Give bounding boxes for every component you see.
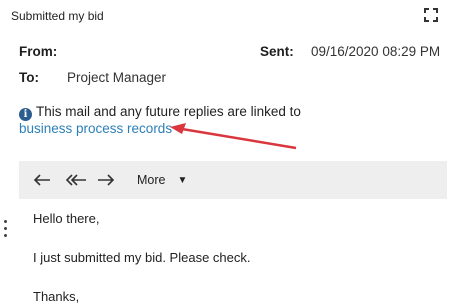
message-line: I just submitted my bid. Please check.	[33, 250, 251, 265]
annotation-arrow-icon	[170, 123, 297, 150]
chevron-down-icon: ▼	[177, 174, 188, 186]
vertical-ellipsis-icon[interactable]	[3, 220, 9, 242]
linked-records-notice: i This mail and any future replies are li…	[19, 104, 301, 121]
message-toolbar: More ▼	[19, 161, 447, 199]
message-line: Hello there,	[33, 211, 100, 226]
forward-icon	[98, 174, 115, 186]
notice-text: This mail and any future replies are lin…	[36, 104, 301, 119]
from-label: From:	[19, 44, 58, 59]
expand-corners-icon[interactable]	[421, 5, 441, 25]
business-process-records-link[interactable]: business process records	[19, 121, 172, 136]
reply-button[interactable]	[31, 161, 53, 199]
info-icon: i	[19, 108, 32, 121]
reply-icon	[33, 174, 50, 186]
more-menu-button[interactable]: More ▼	[137, 161, 197, 199]
to-value: Project Manager	[67, 70, 167, 85]
reply-all-icon	[65, 174, 86, 186]
forward-button[interactable]	[95, 161, 117, 199]
reply-all-button[interactable]	[63, 161, 89, 199]
sent-label: Sent:	[260, 44, 294, 59]
to-label: To:	[19, 70, 39, 85]
more-label: More	[137, 173, 166, 187]
message-line: Thanks,	[33, 289, 80, 304]
mail-subject-title: Submitted my bid	[11, 9, 104, 23]
sent-value: 09/16/2020 08:29 PM	[311, 44, 441, 59]
